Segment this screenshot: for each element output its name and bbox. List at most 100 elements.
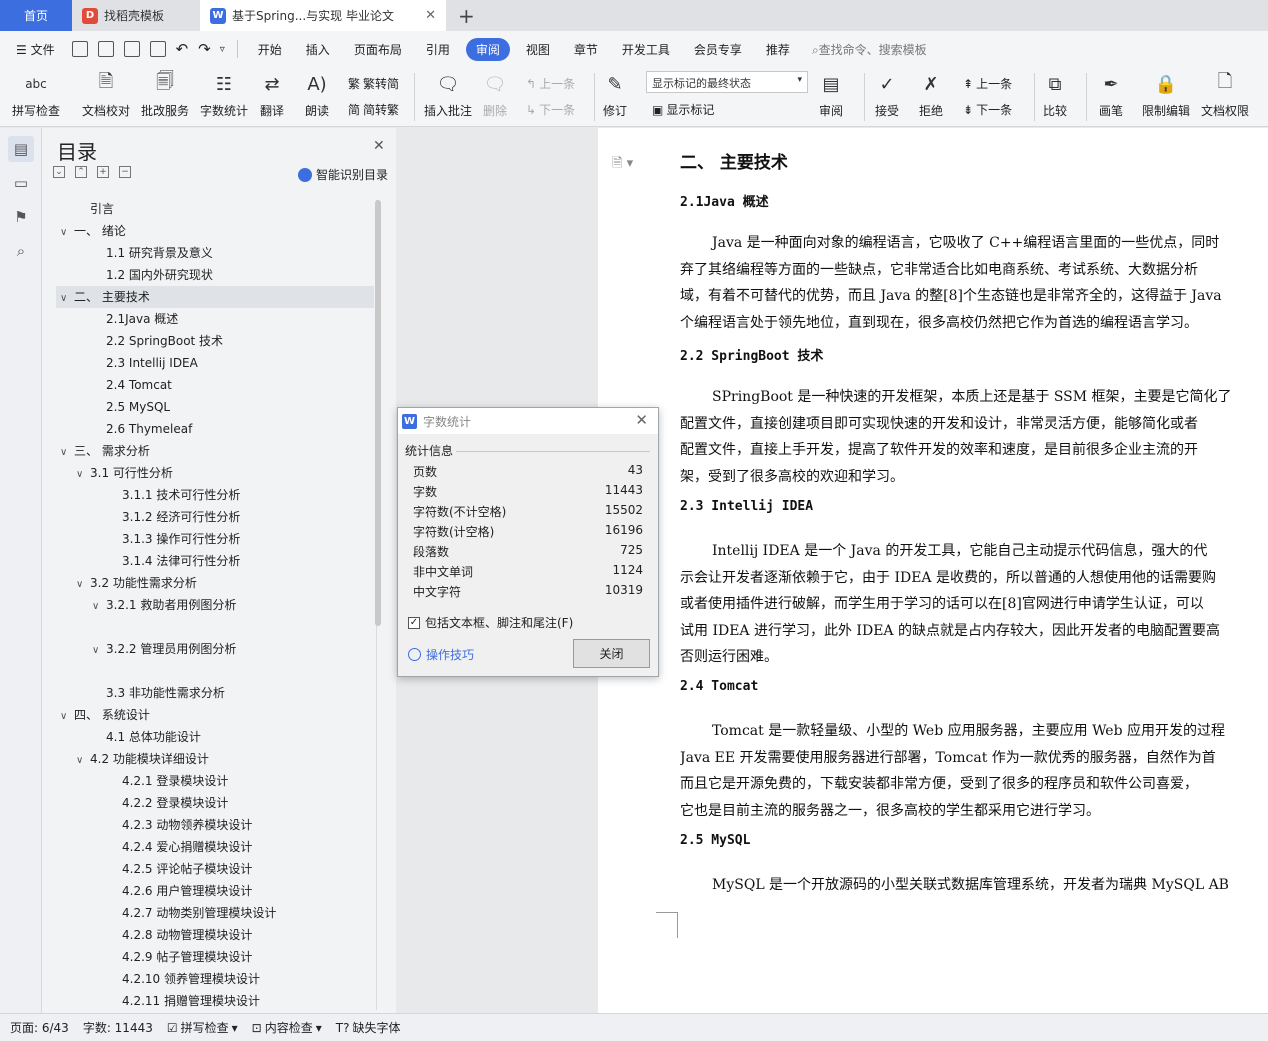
page-indicator[interactable]: 页面: 6/43 (10, 1019, 69, 1036)
toc-item[interactable]: 2.2 SpringBoot 技术 (56, 330, 374, 352)
remove-icon[interactable]: − (119, 166, 131, 178)
chevron-down-icon[interactable]: ∨ (60, 222, 74, 244)
document-page[interactable]: 🗎 ▾ 二、 主要技术 2.1Java 概述 Java 是一种面向对象的编程语言，… (598, 128, 1268, 1013)
chevron-down-icon[interactable]: ∨ (60, 442, 74, 464)
menu-view[interactable]: 视图 (514, 41, 562, 58)
toc-item[interactable]: 2.4 Tomcat (56, 374, 374, 396)
tab-document[interactable]: W 基于Spring...与实现 毕业论文 ✕ (200, 0, 446, 31)
toc-item[interactable]: 4.1 总体功能设计 (56, 726, 374, 748)
toc-item[interactable]: ∨ 3.2 功能性需求分析 (56, 572, 374, 594)
toc-item[interactable]: ∨ 二、 主要技术 (56, 286, 374, 308)
compare-button[interactable]: ⧉ 比较 (1042, 71, 1068, 119)
toc-item[interactable]: 3.3 非功能性需求分析 (56, 682, 374, 704)
spell-check-status[interactable]: ☑ 拼写检查 ▾ (167, 1019, 238, 1036)
toc-item[interactable]: 4.2.7 动物类别管理模块设计 (56, 902, 374, 924)
menu-insert[interactable]: 插入 (294, 41, 342, 58)
toc-item[interactable]: 4.2.2 登录模块设计 (56, 792, 374, 814)
chevron-down-icon[interactable]: ∨ (60, 288, 74, 310)
menu-section[interactable]: 章节 (562, 41, 610, 58)
close-icon[interactable]: ✕ (635, 411, 648, 429)
toc-item[interactable]: 3.1.4 法律可行性分析 (56, 550, 374, 572)
toc-item[interactable]: ∨ 一、 绪论 (56, 220, 374, 242)
toc-item[interactable]: 4.2.5 评论帖子模块设计 (56, 858, 374, 880)
chevron-down-icon[interactable]: ∨ (76, 750, 90, 772)
next-change-button[interactable]: ⇟ 下一条 (963, 101, 1012, 118)
content-check-status[interactable]: ⊡ 内容检查 ▾ (252, 1019, 322, 1036)
toc-panel-icon[interactable]: ▤ (8, 136, 34, 162)
toc-item[interactable]: 4.2.8 动物管理模块设计 (56, 924, 374, 946)
toc-item[interactable]: 3.1.2 经济可行性分析 (56, 506, 374, 528)
toc-scrollbar[interactable] (375, 200, 381, 626)
toc-item[interactable]: 4.2.9 帖子管理模块设计 (56, 946, 374, 968)
tips-link[interactable]: 操作技巧 (408, 646, 474, 663)
toc-item[interactable] (56, 616, 374, 638)
collapse-icon[interactable]: ⌄ (53, 166, 65, 178)
chapter-icon[interactable]: ▭ (8, 170, 34, 196)
toc-item[interactable] (56, 660, 374, 682)
bookmark-icon[interactable]: ⚑ (8, 204, 34, 230)
trad-to-simp-button[interactable]: 繁繁转简 (348, 75, 399, 92)
menu-file[interactable]: ☰ 文件 (10, 41, 67, 58)
chevron-down-icon[interactable]: ∨ (60, 706, 74, 728)
save-icon[interactable] (71, 41, 88, 57)
prev-change-button[interactable]: ⇞ 上一条 (963, 75, 1012, 92)
menu-review[interactable]: 审阅 (465, 37, 510, 61)
chevron-down-icon[interactable]: ∨ (76, 574, 90, 596)
word-count-indicator[interactable]: 字数: 11443 (83, 1019, 153, 1036)
pen-button[interactable]: ✒ 画笔 (1098, 71, 1124, 119)
menu-member[interactable]: 会员专享 (682, 41, 754, 58)
toc-item[interactable]: 3.1.3 操作可行性分析 (56, 528, 374, 550)
toc-item[interactable]: ∨ 3.1 可行性分析 (56, 462, 374, 484)
track-changes-button[interactable]: ✎ 修订 (602, 71, 628, 119)
close-icon[interactable]: ✕ (373, 138, 385, 154)
toc-item[interactable]: 4.2.10 领养管理模块设计 (56, 968, 374, 990)
read-aloud-button[interactable]: A) 朗读 (304, 71, 330, 119)
add-icon[interactable]: + (97, 166, 109, 178)
menu-recommend[interactable]: 推荐 (754, 41, 802, 58)
close-button[interactable]: 关闭 (573, 639, 650, 668)
accept-button[interactable]: ✓ 接受 (874, 71, 900, 119)
chevron-down-icon[interactable]: ∨ (76, 464, 90, 486)
menu-developer[interactable]: 开发工具 (610, 41, 682, 58)
reject-button[interactable]: ✗ 拒绝 (918, 71, 944, 119)
toc-item[interactable]: 4.2.1 登录模块设计 (56, 770, 374, 792)
export-pdf-icon[interactable] (97, 41, 114, 57)
toc-item[interactable]: 3.1.1 技术可行性分析 (56, 484, 374, 506)
toc-item[interactable]: 2.3 Intellij IDEA (56, 352, 374, 374)
expand-icon[interactable]: ⌃ (75, 166, 87, 178)
toc-item[interactable]: 1.2 国内外研究现状 (56, 264, 374, 286)
toc-item[interactable]: ∨ 3.2.1 救助者用例图分析 (56, 594, 374, 616)
markup-state-select[interactable]: 显示标记的最终状态 ▾ (646, 71, 808, 93)
simp-to-trad-button[interactable]: 简简转繁 (348, 101, 399, 118)
chevron-down-icon[interactable]: ∨ (92, 640, 106, 662)
new-tab-button[interactable]: + (446, 0, 487, 31)
show-markup-button[interactable]: ▣ 显示标记 (652, 101, 714, 118)
word-count-button[interactable]: ☷ 字数统计 (200, 71, 248, 119)
close-tab-icon[interactable]: ✕ (425, 8, 436, 23)
toc-item[interactable]: ∨ 3.2.2 管理员用例图分析 (56, 638, 374, 660)
toc-item[interactable]: 2.1Java 概述 (56, 308, 374, 330)
smart-toc-button[interactable]: 智能识别目录 (298, 166, 388, 183)
tab-template[interactable]: D 找稻壳模板 (72, 0, 200, 31)
insert-comment-button[interactable]: 🗨 插入批注 (424, 71, 472, 119)
delete-comment-button[interactable]: 🗨 删除 (482, 71, 508, 119)
toc-item[interactable]: 2.6 Thymeleaf (56, 418, 374, 440)
toc-item[interactable]: 4.2.6 用户管理模块设计 (56, 880, 374, 902)
undo-icon[interactable]: ↶ (176, 40, 189, 58)
toc-item[interactable]: 4.2.11 捐赠管理模块设计 (56, 990, 374, 1012)
chevron-down-icon[interactable]: ∨ (92, 596, 106, 618)
menu-home[interactable]: 开始 (246, 41, 294, 58)
restrict-edit-button[interactable]: 🔒 限制编辑 (1142, 71, 1190, 119)
doc-menu-icon[interactable]: 🗎 ▾ (612, 154, 633, 176)
tab-home[interactable]: 首页 (0, 0, 72, 31)
missing-font-status[interactable]: T? 缺失字体 (336, 1019, 401, 1036)
include-textbox-checkbox[interactable]: ✓ 包括文本框、脚注和尾注(F) (408, 614, 573, 631)
translate-button[interactable]: ⇄ 翻译 (259, 71, 285, 119)
toc-item[interactable]: 4.2.4 爱心捐赠模块设计 (56, 836, 374, 858)
toc-item[interactable]: 4.2.3 动物领养模块设计 (56, 814, 374, 836)
toc-item[interactable]: 2.5 MySQL (56, 396, 374, 418)
find-icon[interactable]: ⌕ (8, 238, 34, 264)
doc-permission-button[interactable]: 🗋 文档权限 (1201, 71, 1249, 119)
command-search[interactable]: ⌕查找命令、搜索模板 (812, 41, 927, 58)
batch-service-button[interactable]: 🗐 批改服务 (141, 71, 189, 119)
